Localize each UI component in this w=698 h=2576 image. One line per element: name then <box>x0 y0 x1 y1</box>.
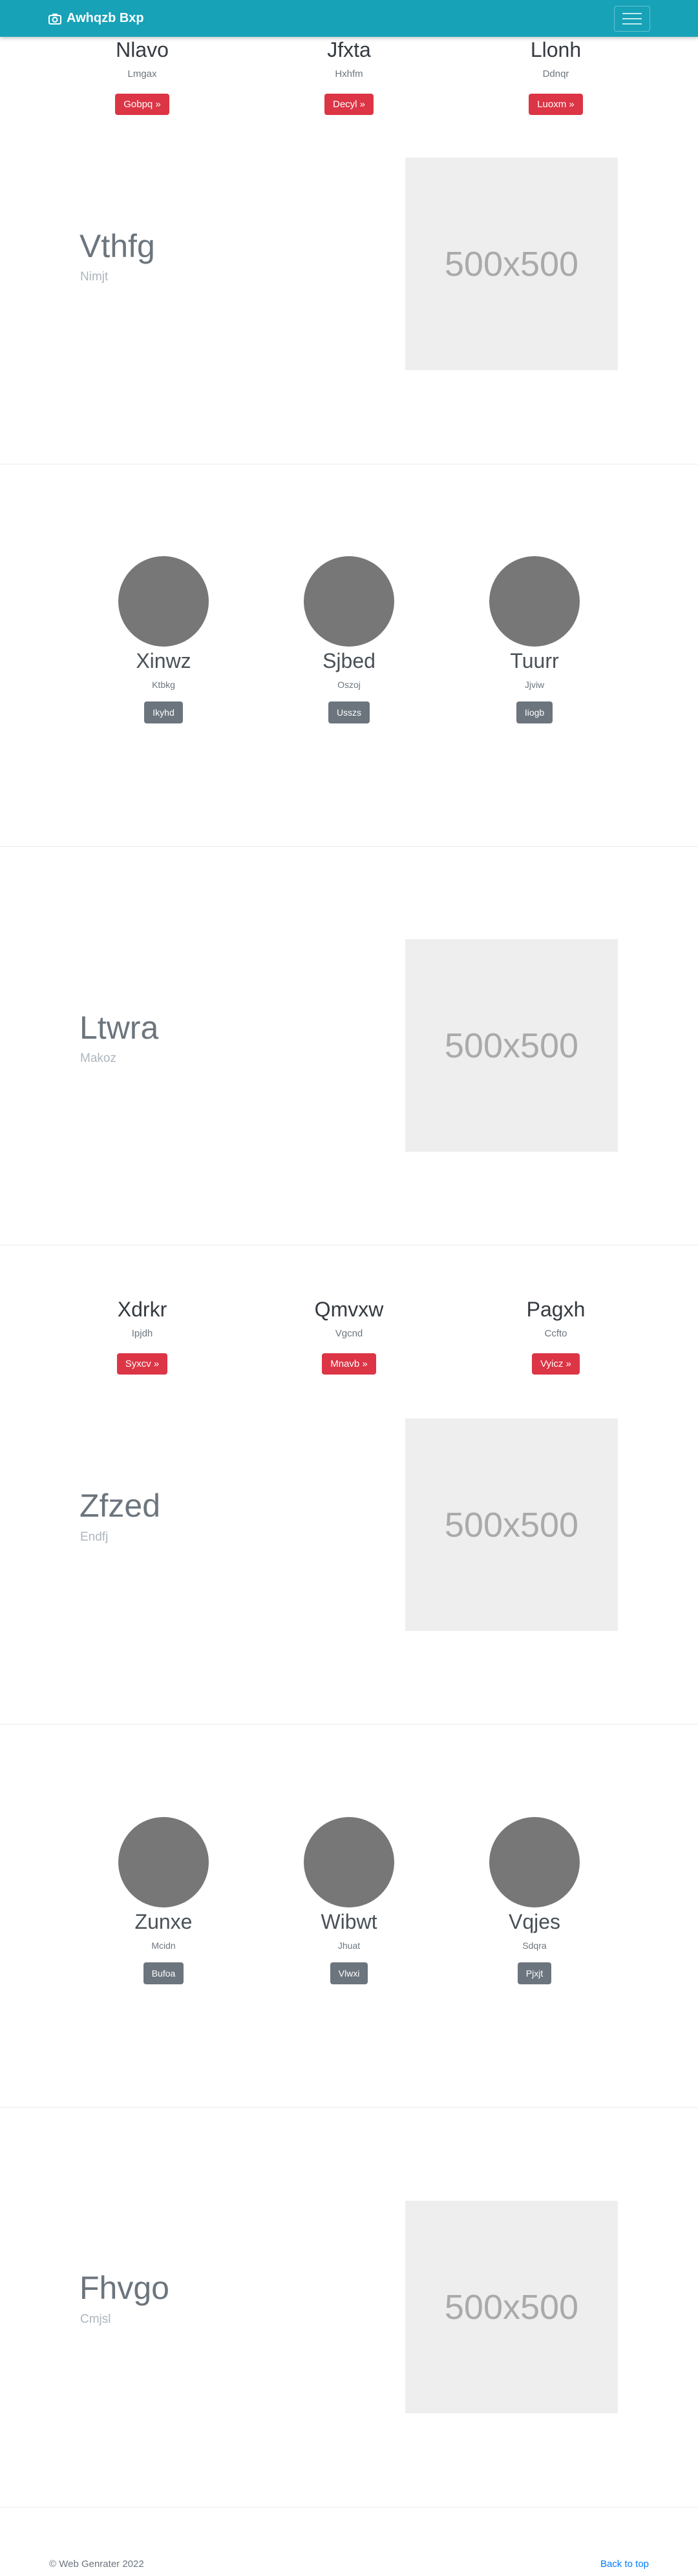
avatar <box>304 1817 394 1907</box>
profile-column: Wibwt Jhuat Vlwxi <box>252 1817 446 1984</box>
profile-button[interactable]: Usszs <box>328 701 370 723</box>
camera-icon <box>48 13 61 25</box>
navbar-toggler[interactable] <box>614 6 650 32</box>
profile-subtitle: Jhuat <box>337 1940 361 1951</box>
navbar: Awhqzb Bxp <box>0 0 698 37</box>
profile-column: Sjbed Oszoj Usszs <box>252 556 446 723</box>
card-button[interactable]: Luoxm » <box>529 94 583 116</box>
profile-name: Vqjes <box>508 1910 561 1933</box>
navbar-brand[interactable]: Awhqzb Bxp <box>48 0 144 37</box>
card-subtitle: Ipjdh <box>131 1328 153 1340</box>
card-column: Jfxta Hxhfm Decyl » <box>252 37 446 116</box>
card-subtitle: Vgcnd <box>335 1328 363 1340</box>
profile-name: Xinwz <box>136 649 191 672</box>
profile-subtitle: Ktbkg <box>152 680 175 690</box>
divider <box>0 1724 698 1725</box>
profile-button[interactable]: Iiogb <box>516 701 553 723</box>
profile-column: Xinwz Ktbkg Ikyhd <box>67 556 260 723</box>
profile-button[interactable]: Bufoa <box>143 1962 184 1984</box>
card-title: Pagxh <box>526 1298 586 1321</box>
card-column: Pagxh Ccfto Vyicz » <box>459 1297 653 1375</box>
avatar <box>118 556 209 647</box>
profile-name: Tuurr <box>510 649 559 672</box>
image-placeholder: 500x500 <box>405 158 618 370</box>
hero-subtitle: Cmjsl <box>80 2312 111 2326</box>
hamburger-icon <box>622 13 642 14</box>
profile-name: Wibwt <box>321 1910 377 1933</box>
card-title: Qmvxw <box>314 1298 384 1321</box>
hero-title: Zfzed <box>79 1488 161 1524</box>
card-title: Llonh <box>530 38 582 61</box>
divider <box>0 2107 698 2108</box>
profile-column: Tuurr Jjviw Iiogb <box>438 556 631 723</box>
profile-subtitle: Jjviw <box>524 680 545 690</box>
profile-button[interactable]: Pjxjt <box>517 1962 552 1984</box>
card-title: Jfxta <box>327 38 371 61</box>
card-column: Nlavo Lmgax Gobpq » <box>45 37 239 116</box>
card-button[interactable]: Syxcv » <box>116 1353 168 1375</box>
profile-button[interactable]: Ikyhd <box>144 701 183 723</box>
profile-name: Sjbed <box>323 649 375 672</box>
profile-column: Vqjes Sdqra Pjxjt <box>438 1817 631 1984</box>
card-button[interactable]: Decyl » <box>324 94 374 116</box>
hero-title: Vthfg <box>79 228 155 264</box>
avatar <box>304 556 394 647</box>
card-button[interactable]: Vyicz » <box>532 1353 580 1375</box>
avatar <box>118 1817 209 1907</box>
card-title: Xdrkr <box>117 1298 167 1321</box>
hero-subtitle: Makoz <box>80 1052 116 1065</box>
profile-subtitle: Oszoj <box>337 680 361 690</box>
divider <box>0 2507 698 2508</box>
card-column: Llonh Ddnqr Luoxm » <box>459 37 653 116</box>
image-placeholder: 500x500 <box>405 2201 618 2413</box>
profile-column: Zunxe Mcidn Bufoa <box>67 1817 260 1984</box>
image-placeholder: 500x500 <box>405 1418 618 1631</box>
hero-title: Fhvgo <box>79 2270 169 2306</box>
back-to-top-link[interactable]: Back to top <box>600 2559 649 2570</box>
footer-copyright: © Web Genrater 2022 <box>49 2559 144 2570</box>
avatar <box>489 1817 580 1907</box>
card-title: Nlavo <box>116 38 169 61</box>
card-column: Xdrkr Ipjdh Syxcv » <box>45 1297 239 1375</box>
card-button[interactable]: Gobpq » <box>115 94 169 116</box>
card-subtitle: Hxhfm <box>335 68 363 80</box>
card-column: Qmvxw Vgcnd Mnavb » <box>252 1297 446 1375</box>
hero-subtitle: Nimjt <box>80 270 109 284</box>
image-placeholder: 500x500 <box>405 939 618 1152</box>
brand-text: Awhqzb Bxp <box>67 11 144 25</box>
profile-name: Zunxe <box>134 1910 193 1933</box>
profile-subtitle: Sdqra <box>522 1940 547 1951</box>
card-button[interactable]: Mnavb » <box>322 1353 376 1375</box>
avatar <box>489 556 580 647</box>
profile-button[interactable]: Vlwxi <box>330 1962 368 1984</box>
card-subtitle: Lmgax <box>127 68 157 80</box>
divider <box>0 846 698 847</box>
hero-title: Ltwra <box>79 1010 159 1046</box>
card-subtitle: Ddnqr <box>542 68 569 80</box>
hero-subtitle: Endfj <box>80 1530 109 1544</box>
card-subtitle: Ccfto <box>544 1328 567 1340</box>
profile-subtitle: Mcidn <box>151 1940 176 1951</box>
